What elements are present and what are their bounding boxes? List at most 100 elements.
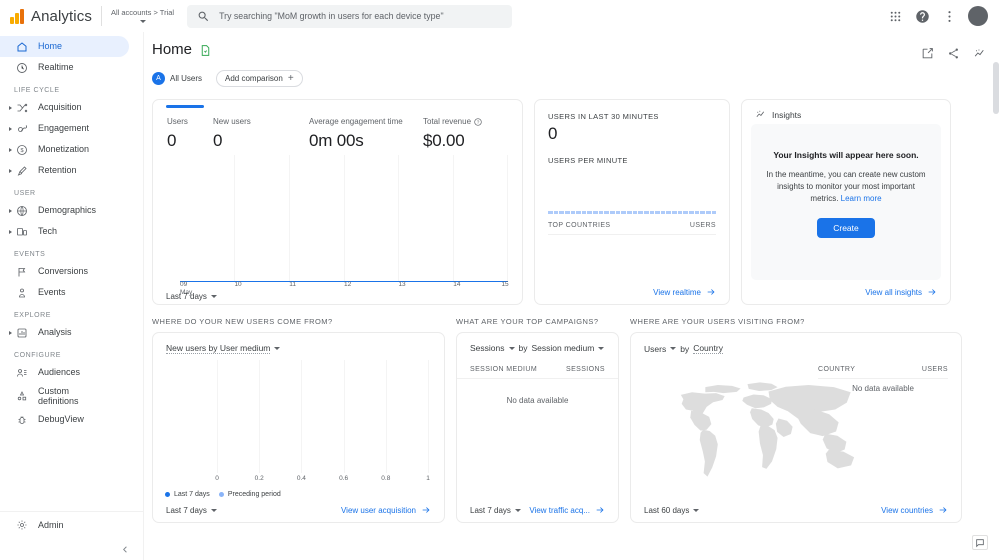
- chevron-right-icon[interactable]: [6, 126, 14, 131]
- sidebar-item-analysis[interactable]: Analysis: [0, 322, 129, 343]
- sidebar-item-retention[interactable]: Retention: [0, 160, 129, 181]
- chevron-right-icon[interactable]: [6, 229, 14, 234]
- chevron-right-icon[interactable]: [6, 143, 14, 157]
- world-map[interactable]: [631, 354, 961, 498]
- sidebar-item-conversions[interactable]: Conversions: [0, 261, 129, 282]
- chevron-down-icon: [139, 19, 146, 23]
- metric-label: Total revenue ?: [423, 117, 482, 126]
- countries-card-footer: Last 60 days View countries: [631, 498, 961, 522]
- view-countries-link[interactable]: View countries: [881, 505, 948, 515]
- sidebar-item-admin[interactable]: Admin: [0, 511, 143, 538]
- chevron-right-icon[interactable]: [6, 105, 14, 110]
- campaigns-table-header: SESSION MEDIUM SESSIONS: [457, 366, 618, 379]
- view-user-acquisition-link[interactable]: View user acquisition: [341, 505, 431, 515]
- avatar[interactable]: [968, 6, 988, 26]
- sidebar-item-custom-definitions[interactable]: Custom definitions: [0, 383, 129, 409]
- sidebar-collapse-button[interactable]: [0, 538, 143, 560]
- sidebar-item-label: Demographics: [38, 205, 97, 216]
- globe-icon: [14, 204, 29, 218]
- chip-all-users[interactable]: A All Users: [152, 70, 210, 87]
- col-top-countries: TOP COUNTRIES: [548, 222, 611, 229]
- dimension-selector-row: New users by User medium: [153, 333, 444, 354]
- create-insight-button[interactable]: Create: [817, 218, 875, 238]
- sidebar-item-demographics[interactable]: Demographics: [0, 200, 129, 221]
- debug-icon: [14, 413, 29, 427]
- chevron-right-icon[interactable]: [6, 330, 14, 335]
- date-range-picker[interactable]: Last 7 days: [470, 506, 521, 515]
- metric-value: 0: [167, 131, 177, 150]
- edit-icon[interactable]: [920, 46, 934, 60]
- sidebar-item-acquisition[interactable]: Acquisition: [0, 97, 129, 118]
- help-icon[interactable]: ?: [474, 117, 482, 126]
- dimension-selector-row: Sessions by Session medium: [457, 333, 618, 353]
- dimension-selector-row: Users by Country: [631, 333, 961, 354]
- chevron-right-icon[interactable]: [6, 208, 14, 213]
- dimension-selector[interactable]: Session medium: [531, 343, 605, 353]
- scrollbar-thumb[interactable]: [993, 62, 999, 114]
- insights-icon: [756, 110, 765, 118]
- sidebar-item-realtime[interactable]: Realtime: [0, 57, 129, 78]
- sidebar-item-label: Home: [38, 41, 63, 52]
- collapse-chevron-icon: [123, 545, 127, 553]
- metric-selector[interactable]: Users: [644, 344, 677, 354]
- dimension-label[interactable]: Country: [693, 343, 723, 354]
- chevron-down-icon: [210, 295, 217, 298]
- monetization-icon: $: [14, 143, 29, 157]
- realtime-users-label: USERS IN LAST 30 MINUTES: [548, 112, 659, 121]
- sidebar-item-debugview[interactable]: DebugView: [0, 409, 129, 430]
- metric-value: $0.00: [423, 131, 465, 150]
- arrow-right-icon: [422, 507, 430, 513]
- top-countries-table-header: TOP COUNTRIES USERS: [548, 222, 716, 235]
- report-icon[interactable]: [199, 44, 212, 57]
- chevron-right-icon[interactable]: [6, 168, 14, 173]
- view-all-insights-link[interactable]: View all insights: [865, 287, 937, 297]
- share-icon[interactable]: [946, 46, 960, 60]
- sidebar-item-monetization[interactable]: $ Monetization: [0, 139, 129, 160]
- gear-icon: [14, 518, 29, 532]
- sidebar: Home Realtime LIFE CYCLE Acquisition Eng…: [0, 32, 144, 560]
- users-per-minute-sparkline: [548, 176, 717, 214]
- page-header-actions: [920, 42, 986, 60]
- view-realtime-link[interactable]: View realtime: [653, 287, 716, 297]
- metric-selector[interactable]: Sessions: [470, 343, 515, 353]
- svg-text:$: $: [20, 148, 23, 154]
- feedback-icon[interactable]: [972, 535, 988, 550]
- sidebar-item-home[interactable]: Home: [0, 36, 129, 57]
- learn-more-link[interactable]: Learn more: [841, 194, 882, 203]
- cards-row-2: WHERE DO YOUR NEW USERS COME FROM? New u…: [152, 317, 986, 523]
- sidebar-item-engagement[interactable]: Engagement: [0, 118, 129, 139]
- comparison-chips: A All Users Add comparison +: [152, 70, 986, 87]
- sidebar-item-label: Acquisition: [38, 102, 82, 113]
- world-map-svg: [680, 382, 854, 477]
- brand-title: Analytics: [31, 7, 92, 25]
- insights-icon[interactable]: [972, 46, 986, 60]
- apps-grid-icon[interactable]: [887, 8, 903, 24]
- date-range-picker[interactable]: Last 7 days: [166, 506, 217, 515]
- sidebar-item-label: Admin: [38, 519, 64, 530]
- sidebar-item-label: Analysis: [38, 327, 72, 338]
- search-input[interactable]: Try searching "MoM growth in users for e…: [187, 4, 513, 28]
- acquisition-card-footer: Last 7 days View user acquisition: [153, 498, 444, 522]
- add-comparison-button[interactable]: Add comparison +: [216, 70, 303, 87]
- metrics-row: Users 0 New users 0 Average engagement t…: [153, 108, 522, 151]
- date-range-picker[interactable]: Last 60 days: [644, 506, 700, 515]
- chevron-down-icon[interactable]: [274, 347, 281, 350]
- sidebar-item-events[interactable]: Events: [0, 282, 129, 303]
- page-scrollbar[interactable]: [992, 32, 1000, 560]
- col-sessions: SESSIONS: [566, 366, 605, 373]
- account-switcher[interactable]: All accounts > Trial: [111, 9, 174, 23]
- sidebar-item-label: Audiences: [38, 367, 81, 378]
- users-per-minute-label: USERS PER MINUTE: [548, 156, 628, 165]
- more-vert-icon[interactable]: [941, 8, 957, 24]
- metric-users: Users 0: [167, 117, 213, 151]
- dimension-label[interactable]: New users by User medium: [166, 343, 271, 354]
- chart-x-ticks: 0 0.2 0.4 0.6 0.8 1: [215, 475, 430, 482]
- sidebar-item-audiences[interactable]: Audiences: [0, 362, 129, 383]
- date-range-picker[interactable]: Last 7 days: [166, 292, 217, 301]
- insights-empty-state: Your Insights will appear here soon. In …: [751, 124, 941, 280]
- realtime-users-value: 0: [548, 124, 558, 143]
- help-icon[interactable]: [914, 8, 930, 24]
- sidebar-item-tech[interactable]: Tech: [0, 221, 129, 242]
- view-traffic-acquisition-link[interactable]: View traffic acq...: [529, 505, 605, 515]
- chart-gridlines: [217, 360, 429, 473]
